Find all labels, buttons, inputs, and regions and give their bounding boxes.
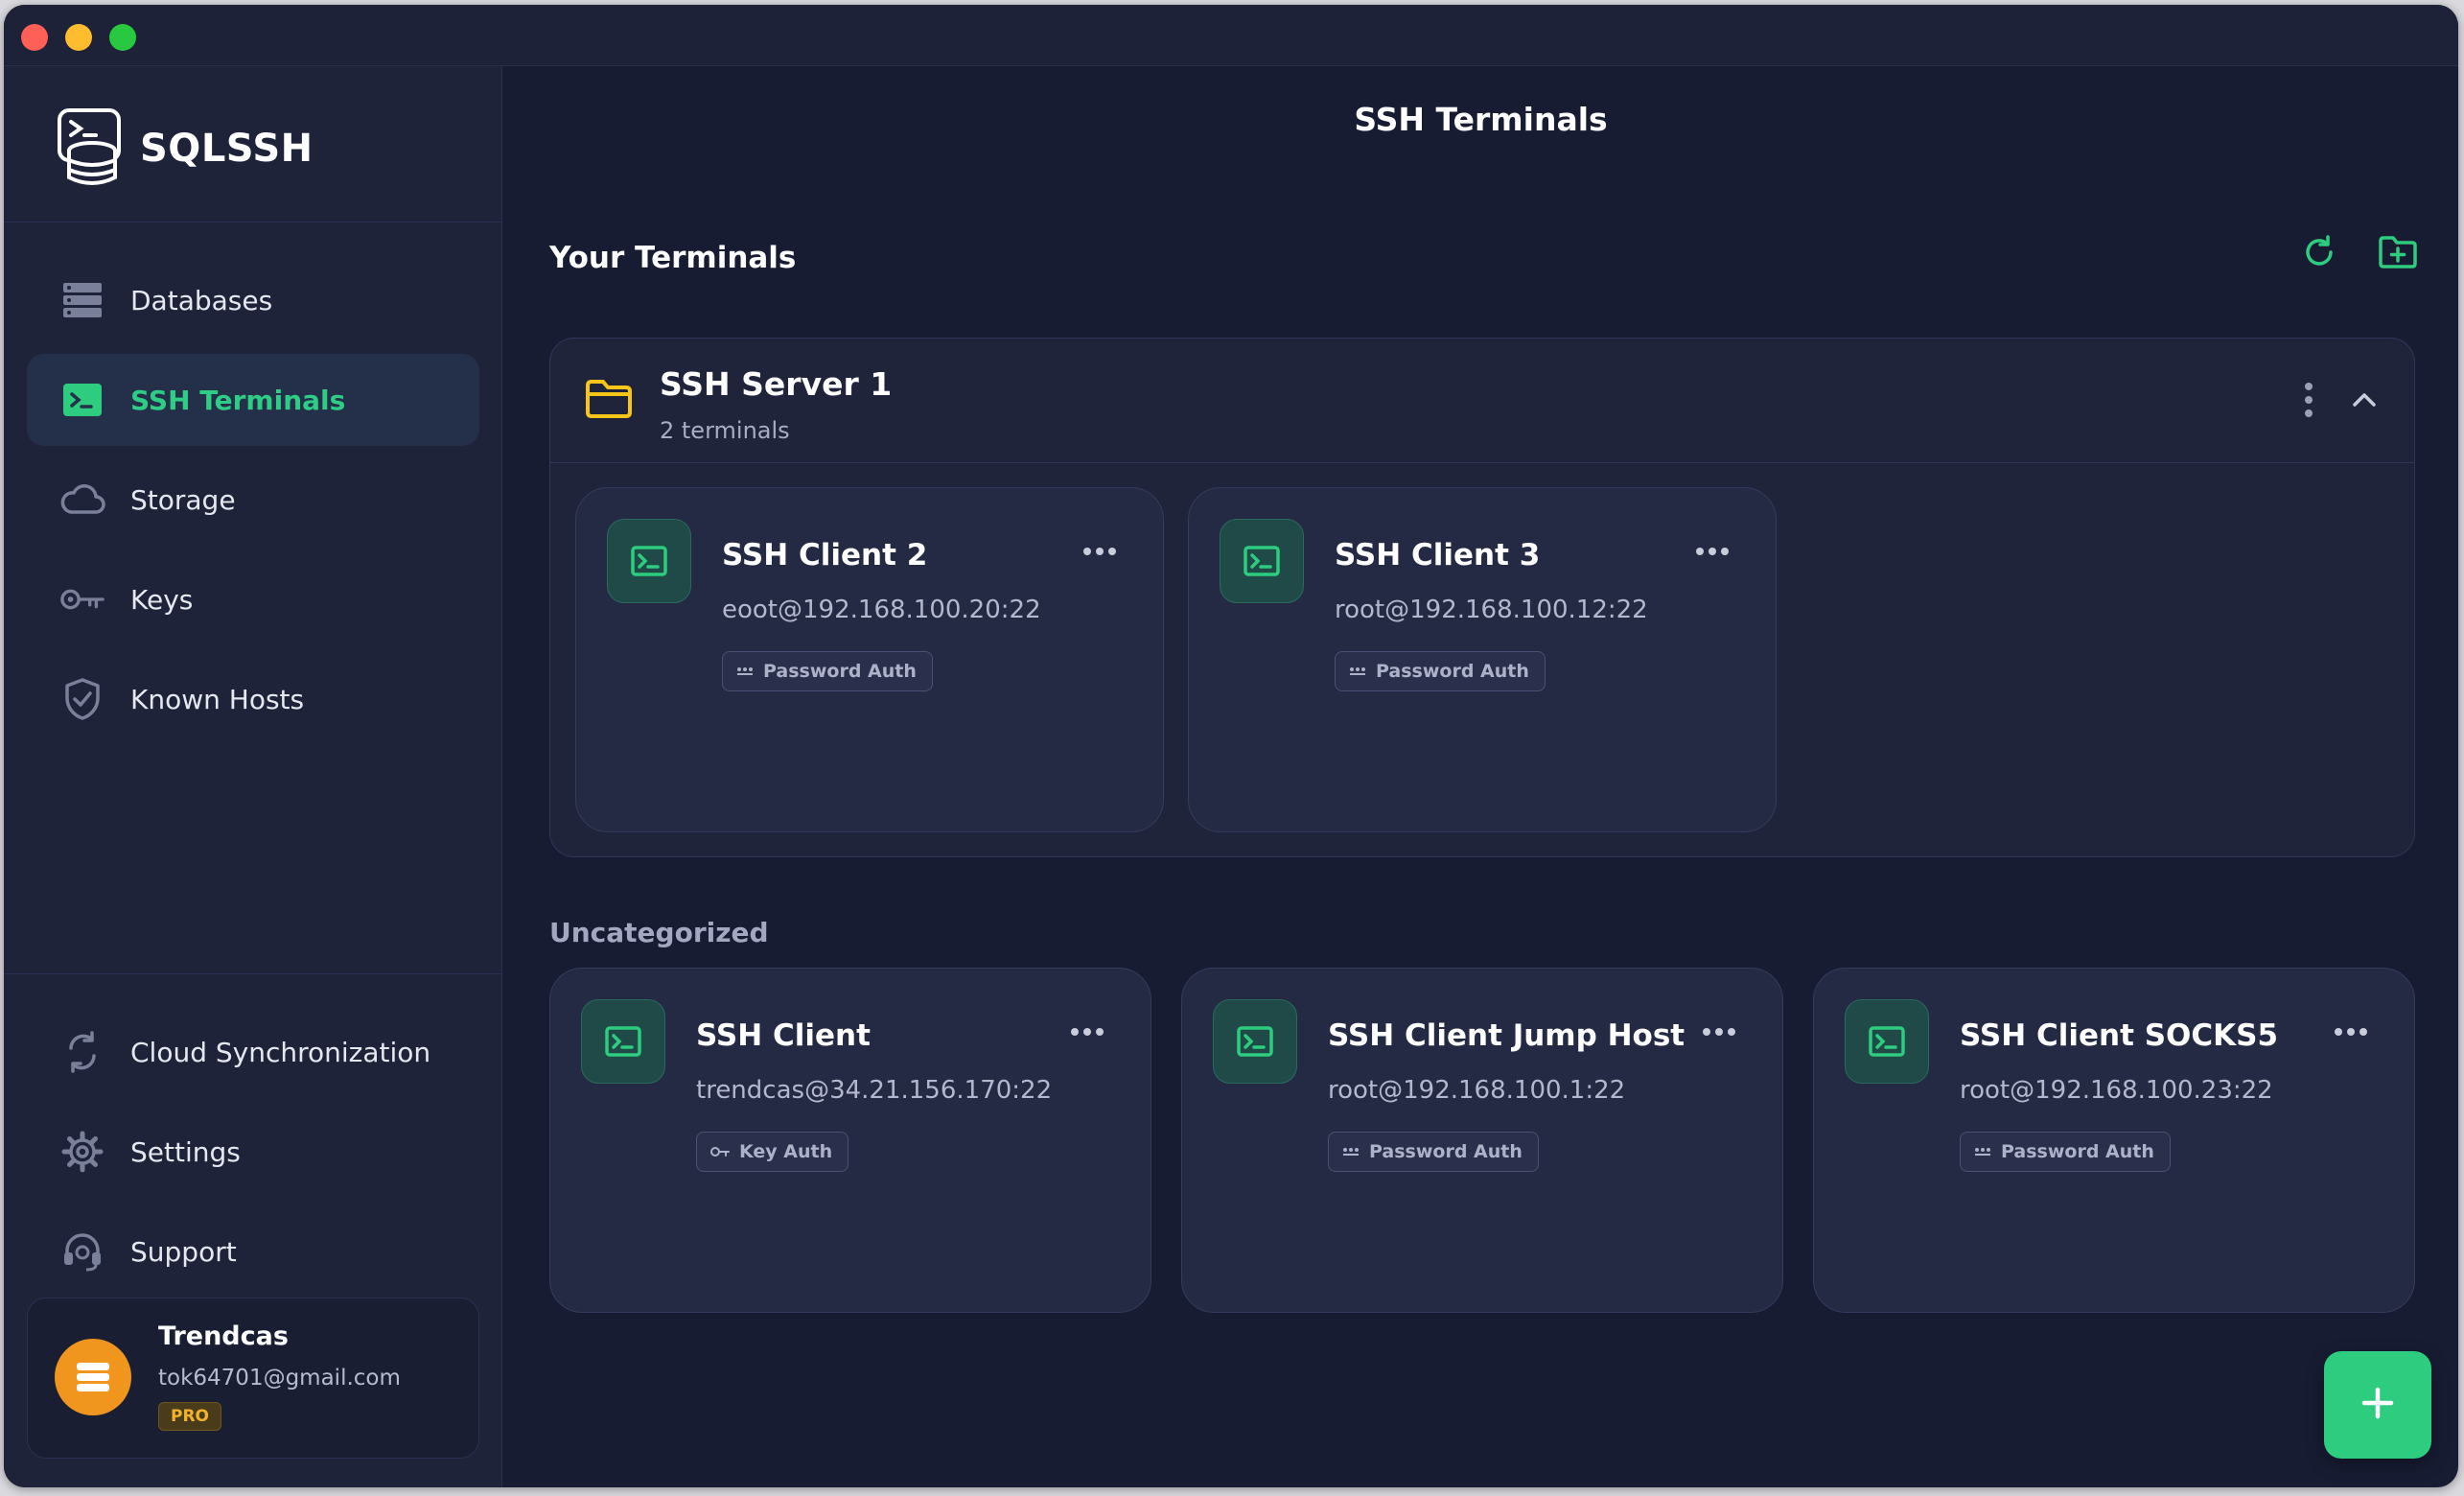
sidebar-item-label: Support <box>130 1235 237 1268</box>
uncategorized-title: Uncategorized <box>549 917 769 948</box>
terminal-host: root@192.168.100.12:22 <box>1335 596 1648 624</box>
group-name: SSH Server 1 <box>660 365 893 403</box>
more-options-icon[interactable] <box>1070 1022 1104 1040</box>
password-dots-icon <box>1974 1147 1991 1157</box>
auth-badge: Key Auth <box>696 1132 849 1172</box>
terminal-host: root@192.168.100.23:22 <box>1960 1076 2273 1105</box>
terminal-host: eoot@192.168.100.20:22 <box>722 596 1041 624</box>
auth-badge: Password Auth <box>1328 1132 1539 1172</box>
terminal-card[interactable]: SSH Client 3 root@192.168.100.12:22 Pass… <box>1188 487 1777 832</box>
plus-icon <box>2359 1384 2397 1426</box>
key-icon <box>710 1146 730 1157</box>
app-brand-name: SQLSSH <box>140 127 314 171</box>
page-title: SSH Terminals <box>1354 101 1608 138</box>
sidebar-divider <box>4 973 501 974</box>
sidebar-item-label: Settings <box>130 1135 241 1168</box>
more-options-icon[interactable] <box>1695 542 1730 560</box>
sidebar-item-storage[interactable]: Storage <box>27 454 479 546</box>
sidebar-item-label: SSH Terminals <box>130 384 346 416</box>
auth-badge: Password Auth <box>1335 651 1546 691</box>
terminal-icon <box>581 999 665 1084</box>
terminal-host: root@192.168.100.1:22 <box>1328 1076 1626 1105</box>
sync-icon <box>59 1029 105 1075</box>
add-terminal-button[interactable] <box>2324 1351 2431 1459</box>
sidebar-item-ssh-terminals[interactable]: SSH Terminals <box>27 354 479 446</box>
sidebar-item-label: Cloud Synchronization <box>130 1036 431 1068</box>
main-content: SSH Terminals Your Terminals SSH Server … <box>503 66 2458 1487</box>
headset-icon <box>59 1228 105 1274</box>
sidebar-item-databases[interactable]: Databases <box>27 254 479 346</box>
secondary-nav: Cloud Synchronization Settings Support <box>27 1006 479 1305</box>
terminal-card[interactable]: SSH Client Jump Host root@192.168.100.1:… <box>1181 968 1783 1313</box>
refresh-button[interactable] <box>2299 234 2339 274</box>
auth-label: Password Auth <box>763 661 917 682</box>
new-folder-button[interactable] <box>2378 234 2418 274</box>
gear-icon <box>59 1129 105 1175</box>
user-name: Trendcas <box>158 1321 289 1351</box>
terminal-card[interactable]: SSH Client 2 eoot@192.168.100.20:22 Pass… <box>575 487 1164 832</box>
group-header[interactable]: SSH Server 1 2 terminals <box>550 339 2414 463</box>
group-more-icon[interactable] <box>2303 381 2314 423</box>
terminal-host: trendcas@34.21.156.170:22 <box>696 1076 1053 1105</box>
terminal-icon <box>59 377 105 423</box>
sidebar-item-label: Known Hosts <box>130 683 305 715</box>
more-options-icon[interactable] <box>2334 1022 2368 1040</box>
sidebar-item-label: Storage <box>130 483 236 516</box>
terminal-icon <box>1220 519 1304 603</box>
terminal-actions <box>2299 234 2418 274</box>
zoom-window-button[interactable] <box>109 24 136 51</box>
auth-badge: Password Auth <box>1960 1132 2171 1172</box>
terminal-name: SSH Client <box>696 1018 871 1053</box>
group-terminal-count: 2 terminals <box>660 417 790 444</box>
folder-icon <box>585 379 633 423</box>
auth-label: Password Auth <box>1376 661 1529 682</box>
avatar <box>55 1339 131 1415</box>
more-options-icon[interactable] <box>1702 1022 1736 1040</box>
terminal-icon <box>1213 999 1297 1084</box>
sidebar-item-label: Databases <box>130 284 273 316</box>
terminal-name: SSH Client 2 <box>722 538 928 573</box>
password-dots-icon <box>1342 1147 1360 1157</box>
app-window: SQLSSH Databases SSH Terminals Storage K… <box>4 5 2458 1487</box>
key-icon <box>59 576 105 622</box>
sidebar-item-cloud-sync[interactable]: Cloud Synchronization <box>27 1006 479 1098</box>
sidebar: SQLSSH Databases SSH Terminals Storage K… <box>4 66 502 1487</box>
pro-badge: PRO <box>158 1402 222 1431</box>
refresh-icon <box>2302 235 2336 273</box>
sidebar-item-support[interactable]: Support <box>27 1205 479 1297</box>
sidebar-item-keys[interactable]: Keys <box>27 553 479 645</box>
password-dots-icon <box>736 666 754 676</box>
password-dots-icon <box>1349 666 1366 676</box>
terminal-name: SSH Client SOCKS5 <box>1960 1018 2279 1053</box>
database-icon <box>59 277 105 323</box>
chevron-up-icon[interactable] <box>2351 381 2378 423</box>
user-profile-card[interactable]: Trendcas tok64701@gmail.com PRO <box>27 1297 479 1459</box>
more-options-icon[interactable] <box>1082 542 1117 560</box>
auth-label: Password Auth <box>1369 1141 1523 1162</box>
terminal-icon <box>607 519 691 603</box>
folder-plus-icon <box>2378 235 2418 273</box>
database-terminal-logo-icon <box>54 106 130 191</box>
minimize-window-button[interactable] <box>65 24 92 51</box>
shield-check-icon <box>59 676 105 722</box>
auth-badge: Password Auth <box>722 651 933 691</box>
sidebar-item-known-hosts[interactable]: Known Hosts <box>27 653 479 745</box>
user-email: tok64701@gmail.com <box>158 1366 401 1391</box>
section-title: Your Terminals <box>549 241 797 275</box>
close-window-button[interactable] <box>21 24 48 51</box>
terminal-group: SSH Server 1 2 terminals SSH Client 2 eo… <box>549 338 2415 857</box>
cloud-icon <box>59 477 105 523</box>
primary-nav: Databases SSH Terminals Storage Keys Kno… <box>27 254 479 753</box>
terminal-card[interactable]: SSH Client SOCKS5 root@192.168.100.23:22… <box>1813 968 2415 1313</box>
auth-label: Password Auth <box>2001 1141 2154 1162</box>
title-bar <box>4 5 2458 66</box>
terminal-name: SSH Client 3 <box>1335 538 1541 573</box>
terminal-name: SSH Client Jump Host <box>1328 1018 1685 1053</box>
sidebar-item-label: Keys <box>130 583 194 616</box>
terminal-card[interactable]: SSH Client trendcas@34.21.156.170:22 Key… <box>549 968 1151 1313</box>
terminal-icon <box>1845 999 1929 1084</box>
app-logo: SQLSSH <box>54 106 314 191</box>
sidebar-item-settings[interactable]: Settings <box>27 1106 479 1198</box>
auth-label: Key Auth <box>739 1141 833 1162</box>
